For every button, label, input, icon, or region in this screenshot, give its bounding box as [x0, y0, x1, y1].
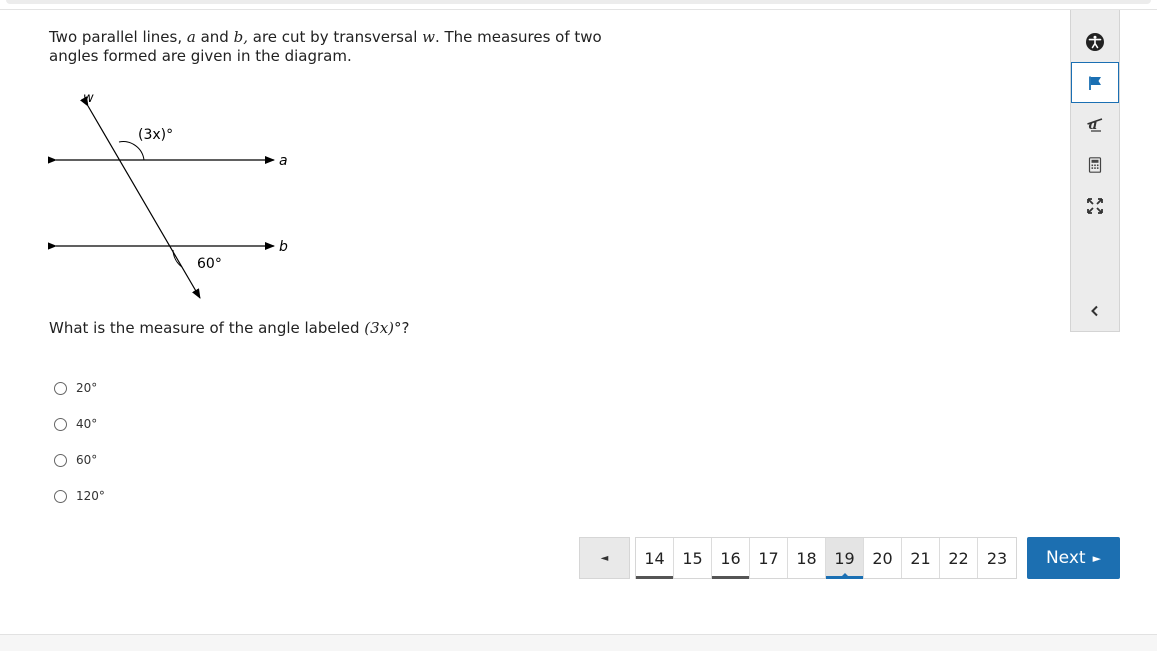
page-item-current[interactable]: 19	[826, 538, 864, 579]
page-item[interactable]: 23	[978, 538, 1016, 578]
radio-button[interactable]	[54, 453, 67, 467]
choice-label: 60°	[76, 453, 98, 467]
page-item[interactable]: 15	[674, 538, 712, 578]
strikethrough-icon: a	[1087, 117, 1103, 133]
expand-icon	[1087, 198, 1103, 214]
fullscreen-button[interactable]	[1071, 186, 1119, 226]
page-item[interactable]: 17	[750, 538, 788, 578]
page-item[interactable]: 20	[864, 538, 902, 578]
prompt-text: What is the measure of the angle labeled	[49, 319, 365, 337]
diagram-svg: w a b (3x)° 60°	[47, 91, 288, 299]
page-item[interactable]: 18	[788, 538, 826, 578]
previous-arrow-icon: ◄	[600, 552, 609, 564]
parallel-lines-diagram: w a b (3x)° 60°	[47, 88, 298, 303]
question-text-part: are cut by transversal	[247, 28, 423, 46]
choice-label: 20°	[76, 381, 98, 395]
label-a: a	[279, 153, 288, 169]
angle-label-60: 60°	[197, 256, 222, 272]
choice-option[interactable]: 20°	[54, 379, 105, 397]
line-a-variable: a	[186, 28, 196, 46]
question-prompt: What is the measure of the angle labeled…	[49, 319, 409, 338]
angle-label-3x: (3x)°	[138, 127, 173, 143]
choice-label: 120°	[76, 489, 105, 503]
choice-option[interactable]: 40°	[54, 415, 105, 433]
radio-button[interactable]	[54, 417, 67, 431]
page-item[interactable]: 21	[902, 538, 940, 578]
collapse-toolbar-button[interactable]	[1071, 291, 1119, 331]
answer-eliminator-button[interactable]: a	[1071, 104, 1119, 144]
question-text: Two parallel lines, a and b, are cut by …	[49, 28, 609, 66]
radio-button[interactable]	[54, 489, 67, 503]
calculator-icon	[1088, 157, 1102, 173]
next-button[interactable]: Next ►	[1027, 537, 1120, 579]
transversal-variable: w	[422, 28, 435, 46]
tool-sidebar: a	[1070, 10, 1120, 332]
prompt-expression: (3x)	[364, 319, 395, 337]
page-item[interactable]: 14	[636, 538, 674, 579]
next-label: Next	[1045, 548, 1086, 568]
page-list: 14 15 16 17 18 19 20 21 22 23	[635, 537, 1017, 579]
accessibility-icon	[1086, 33, 1104, 51]
page-item[interactable]: 22	[940, 538, 978, 578]
question-text-part: Two parallel lines,	[49, 28, 187, 46]
choice-option[interactable]: 60°	[54, 451, 105, 469]
previous-button[interactable]: ◄	[579, 537, 630, 579]
top-bar	[0, 0, 1157, 10]
next-arrow-icon: ►	[1092, 551, 1102, 565]
collapse-icon	[1091, 305, 1098, 317]
label-w: w	[83, 91, 94, 106]
prompt-question-mark: ?	[401, 319, 410, 337]
flag-icon	[1089, 76, 1101, 90]
radio-button[interactable]	[54, 381, 67, 395]
line-b-variable: b,	[233, 28, 248, 46]
footer-bar	[0, 634, 1157, 651]
choice-option[interactable]: 120°	[54, 487, 105, 505]
choice-label: 40°	[76, 417, 98, 431]
prompt-degree: °	[394, 319, 402, 337]
page-item[interactable]: 16	[712, 538, 750, 579]
question-text-part: and	[195, 28, 234, 46]
angle-arc-top	[118, 141, 145, 161]
top-tab	[6, 0, 1151, 4]
accessibility-button[interactable]	[1071, 22, 1119, 62]
calculator-button[interactable]	[1071, 145, 1119, 185]
answer-choices: 20° 40° 60° 120°	[54, 379, 105, 523]
label-b: b	[279, 239, 288, 255]
flag-button[interactable]	[1071, 62, 1119, 103]
